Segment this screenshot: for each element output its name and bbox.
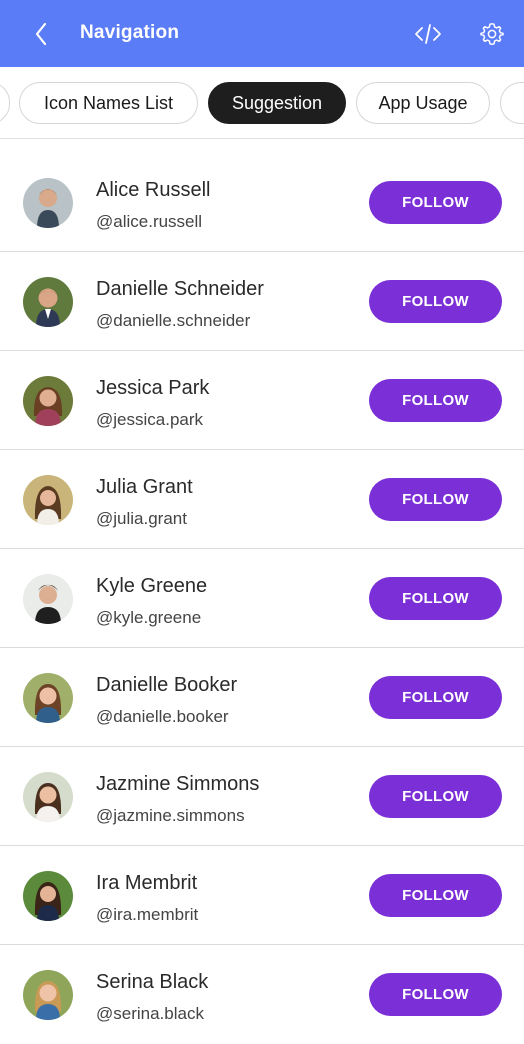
user-name: Danielle Schneider [96,278,264,300]
user-handle: @danielle.schneider [96,311,251,330]
follow-button[interactable]: FOLLOW [369,874,502,917]
avatar[interactable] [23,970,73,1020]
user-handle: @kyle.greene [96,608,202,627]
user-name: Alice Russell [96,179,211,201]
user-handle: @jessica.park [96,410,204,429]
chip-icon-names-list[interactable]: Icon Names List [19,82,198,124]
follow-button[interactable]: FOLLOW [369,577,502,620]
avatar[interactable] [23,871,73,921]
gear-icon[interactable] [477,19,507,49]
user-name: Jazmine Simmons [96,773,260,795]
follow-button[interactable]: FOLLOW [369,478,502,521]
code-icon[interactable] [412,19,444,49]
avatar[interactable] [23,178,73,228]
avatar[interactable] [23,277,73,327]
avatar[interactable] [23,673,73,723]
page-title: Navigation [80,22,180,43]
avatar[interactable] [23,475,73,525]
chevron-left-icon[interactable] [26,19,56,49]
chip-app-usage[interactable]: App Usage [356,82,490,124]
chip-suggestion[interactable]: Suggestion [208,82,346,124]
user-name: Ira Membrit [96,872,198,894]
user-handle: @alice.russell [96,212,203,231]
follow-button[interactable]: FOLLOW [369,973,502,1016]
user-name: Danielle Booker [96,674,238,696]
chip-partial-left[interactable] [0,82,10,124]
user-handle: @serina.black [96,1004,204,1023]
list-item: Danielle Schneider @danielle.schneider F… [0,252,524,351]
follow-button[interactable]: FOLLOW [369,181,502,224]
list-item: Jessica Park @jessica.park FOLLOW [0,351,524,450]
list-item: Jazmine Simmons @jazmine.simmons FOLLOW [0,747,524,846]
category-chips: Icon Names List Suggestion App Usage [0,67,524,139]
list-item: Kyle Greene @kyle.greene FOLLOW [0,549,524,648]
avatar[interactable] [23,376,73,426]
user-handle: @jazmine.simmons [96,806,245,825]
follow-button[interactable]: FOLLOW [369,676,502,719]
user-name: Serina Black [96,971,209,993]
user-name: Julia Grant [96,476,193,498]
user-list: Alice Russell @alice.russell FOLLOW Dani… [0,153,524,1044]
follow-button[interactable]: FOLLOW [369,775,502,818]
user-name: Kyle Greene [96,575,208,597]
user-handle: @danielle.booker [96,707,229,726]
user-handle: @julia.grant [96,509,187,528]
list-item: Alice Russell @alice.russell FOLLOW [0,153,524,252]
list-item: Ira Membrit @ira.membrit FOLLOW [0,846,524,945]
follow-button[interactable]: FOLLOW [369,280,502,323]
chip-partial-right[interactable] [500,82,524,124]
app-bar: Navigation [0,0,524,67]
avatar[interactable] [23,772,73,822]
list-item: Danielle Booker @danielle.booker FOLLOW [0,648,524,747]
avatar[interactable] [23,574,73,624]
follow-button[interactable]: FOLLOW [369,379,502,422]
user-handle: @ira.membrit [96,905,199,924]
list-item: Julia Grant @julia.grant FOLLOW [0,450,524,549]
list-item: Serina Black @serina.black FOLLOW [0,945,524,1044]
user-name: Jessica Park [96,377,210,399]
